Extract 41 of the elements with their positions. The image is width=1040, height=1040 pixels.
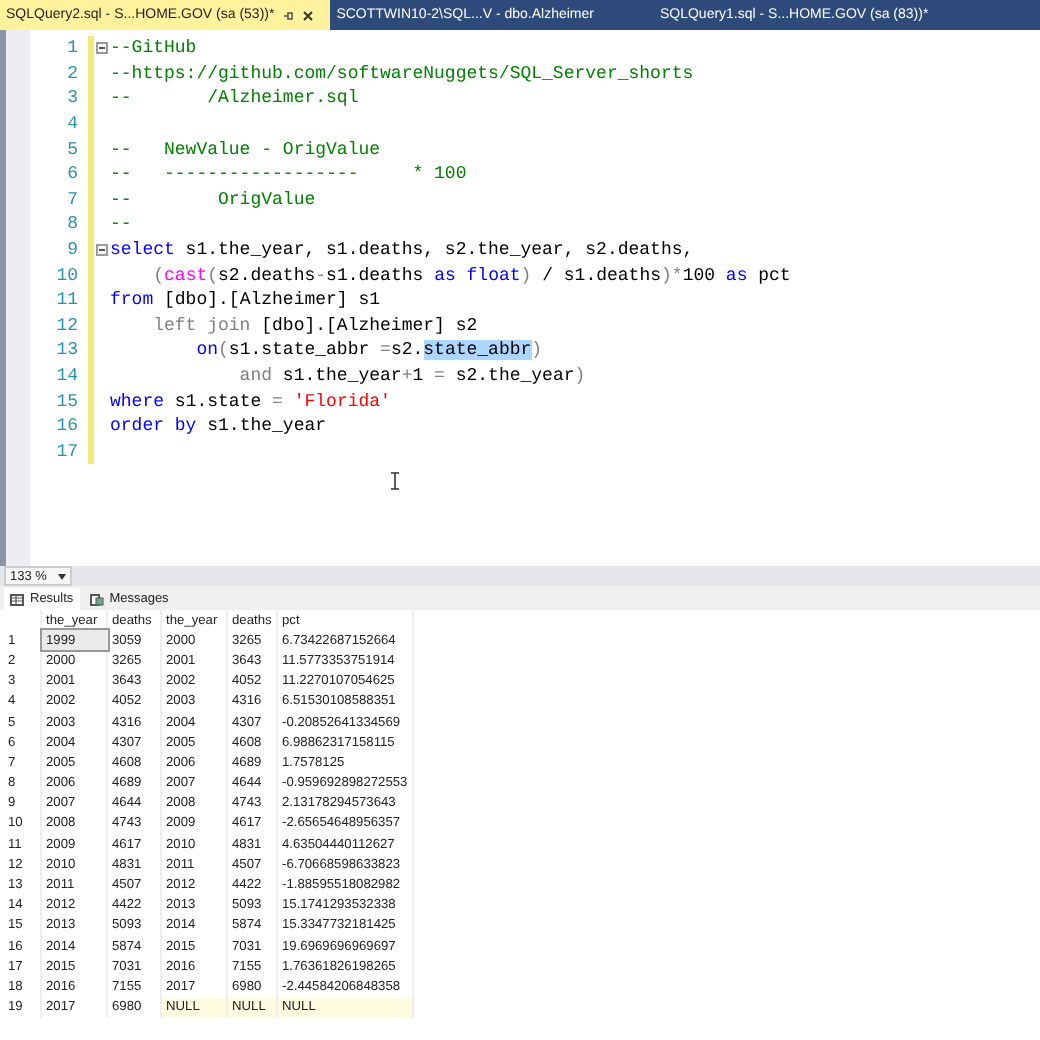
text-cursor-icon [390, 472, 400, 491]
line-number: 8 [65, 214, 78, 235]
code-line: left join [dbo].[Alzheimer] s2 [151, 315, 478, 336]
line-number: 15 [54, 391, 78, 412]
line-number: 5 [65, 139, 78, 160]
line-number: 2 [65, 63, 78, 84]
line-number: 6 [65, 164, 78, 185]
code-line: from [dbo].[Alzheimer] s1 [110, 290, 381, 311]
code-line: -- NewValue - OrigValue [110, 139, 381, 160]
caret-icon [58, 573, 67, 579]
code-line: -- [110, 214, 132, 235]
collapse-icon[interactable] [96, 244, 108, 257]
code-line: where s1.state = 'Florida' [110, 391, 391, 412]
line-number: 13 [54, 340, 78, 361]
line-number: 16 [54, 416, 78, 437]
pin-icon[interactable] [282, 9, 295, 21]
grid-icon [10, 593, 24, 605]
line-number: 3 [65, 88, 78, 109]
code-line: select s1.the_year, s1.deaths, s2.the_year, s2.deaths, [110, 240, 694, 261]
code-line: --GitHub [110, 38, 197, 59]
code-line: on(s1.state_abbr =s2.state_abbr) [194, 340, 543, 361]
line-number: 11 [54, 290, 78, 311]
line-number: 14 [54, 366, 78, 387]
line-number: 12 [54, 315, 78, 336]
close-icon[interactable] [302, 9, 315, 21]
code-line: and s1.the_year+1 = s2.the_year) [237, 366, 586, 387]
collapse-icon[interactable] [96, 42, 108, 55]
code-line: -- /Alzheimer.sql [110, 88, 359, 109]
code-line: --https://github.com/softwareNuggets/SQL_Server_shorts [110, 63, 694, 84]
line-number: 9 [65, 240, 78, 261]
tab-strip [988, 0, 1040, 30]
line-number: 1 [65, 38, 78, 59]
code-line: -- OrigValue [110, 189, 316, 210]
code-line: -- ------------------ * 100 [110, 164, 467, 185]
line-number: 7 [65, 189, 78, 210]
code-line: order by s1.the_year [110, 416, 327, 437]
document-icon [89, 593, 104, 605]
line-number: 17 [54, 441, 78, 462]
line-number: 4 [65, 114, 78, 135]
code-line: (cast(s2.deaths-s1.deaths as float) / s1.deaths)*100 as pct [151, 265, 791, 286]
line-number: 10 [54, 265, 78, 286]
